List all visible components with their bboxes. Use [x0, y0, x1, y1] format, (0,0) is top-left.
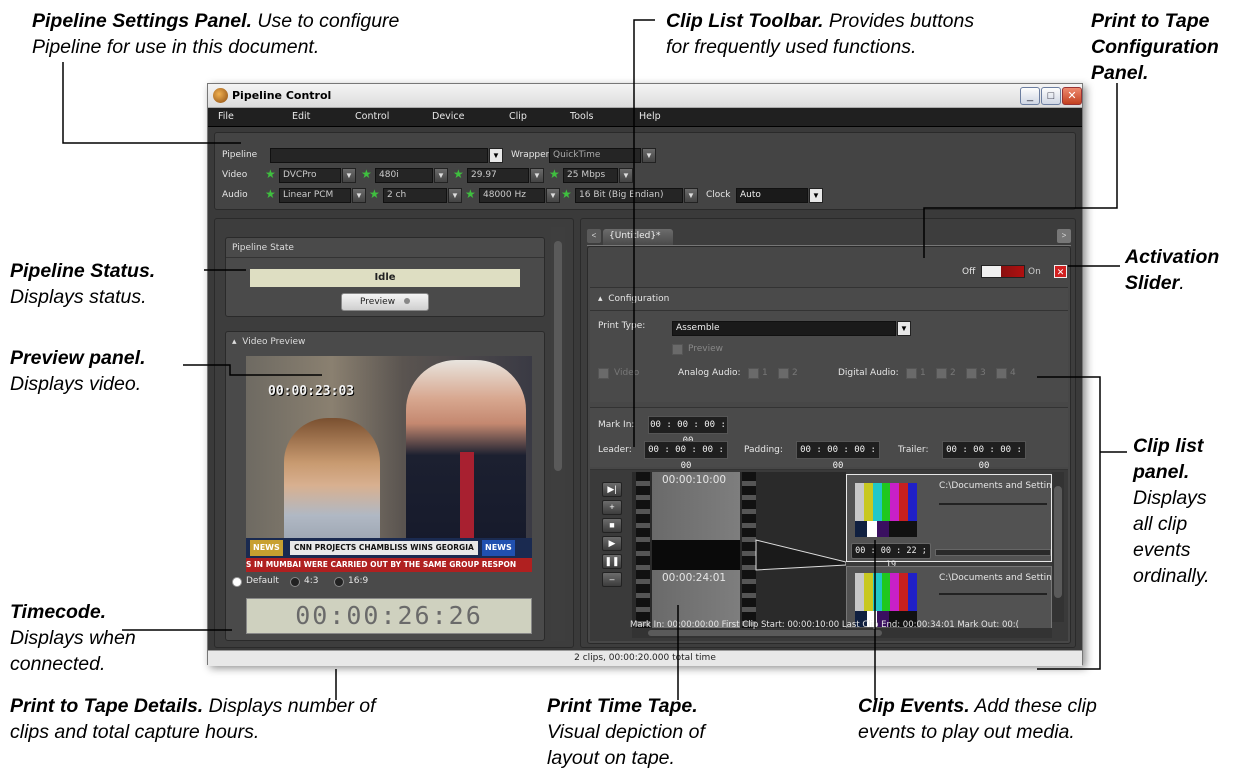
leader-clip-list-bracket: [1037, 376, 1101, 670]
leader-preview-panel: [183, 364, 322, 376]
leader-clip-toolbar: [633, 19, 655, 447]
leader-lines: [62, 19, 1127, 700]
leader-ptt-config: [923, 83, 1118, 258]
leader-pipeline-settings: [62, 62, 241, 144]
